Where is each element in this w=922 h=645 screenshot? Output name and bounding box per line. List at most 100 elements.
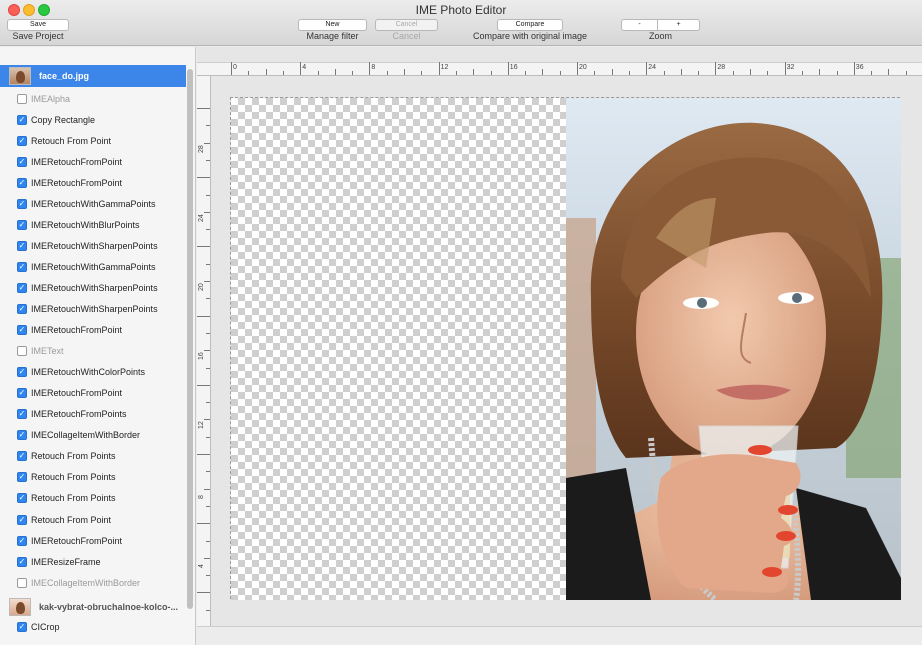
file-row-face-do[interactable]: face_do.jpg: [0, 65, 186, 87]
checkbox-icon[interactable]: ✓: [17, 430, 27, 441]
filter-row[interactable]: ✓ Retouch From Points: [0, 446, 186, 467]
checkbox-icon[interactable]: ✓: [17, 535, 27, 546]
filter-label: CICrop: [31, 621, 60, 632]
filter-row[interactable]: ✓ Copy Rectangle: [0, 109, 186, 130]
filter-row[interactable]: ✓ IMERetouchFromPoint: [0, 530, 186, 551]
filter-row[interactable]: ✓ IMERetouchFromPoint: [0, 151, 186, 172]
filter-row[interactable]: ✓ IMERetouchWithGammaPoints: [0, 256, 186, 277]
cancel-button[interactable]: Cancel: [375, 19, 438, 31]
checkbox-icon[interactable]: ✓: [17, 325, 27, 336]
zoom-out-button[interactable]: -: [621, 19, 658, 31]
checkbox-icon[interactable]: ✓: [17, 451, 27, 462]
filter-row[interactable]: ✓ IMERetouchFromPoint: [0, 172, 186, 193]
ruler-tick: [206, 194, 210, 196]
filter-label: IMERetouchWithGammaPoints: [31, 261, 156, 272]
filter-row[interactable]: ✓ CICrop: [0, 616, 186, 637]
ruler-label: 28: [198, 144, 205, 153]
image-canvas[interactable]: [230, 97, 901, 600]
ruler-tick: [206, 367, 210, 369]
ruler-label: 16: [198, 352, 205, 361]
checkbox-icon[interactable]: [17, 93, 27, 104]
filter-label: Retouch From Points: [31, 451, 116, 462]
filter-row[interactable]: ✓ IMECollageItemWithBorder: [0, 425, 186, 446]
ruler-tick: [206, 229, 210, 231]
status-strip: [197, 626, 922, 645]
compare-button[interactable]: Compare: [497, 19, 563, 31]
ruler-tick: [197, 315, 210, 317]
transparent-region: [231, 98, 566, 600]
filter-label: IMERetouchWithSharpenPoints: [31, 240, 158, 251]
filter-label: IMECollageItemWithBorder: [31, 577, 141, 588]
filter-row[interactable]: ✓ Retouch From Points: [0, 488, 186, 509]
checkbox-icon[interactable]: [17, 577, 27, 588]
checkbox-icon[interactable]: ✓: [17, 177, 27, 188]
checkbox-icon[interactable]: ✓: [17, 388, 27, 399]
ruler-tick: [300, 62, 302, 75]
checkbox-icon[interactable]: ✓: [17, 114, 27, 125]
filter-label: IMERetouchFromPoint: [31, 325, 123, 336]
filter-row[interactable]: ✓ IMERetouchWithBlurPoints: [0, 214, 186, 235]
ruler-tick: [801, 71, 803, 75]
filter-row[interactable]: ✓ IMERetouchWithGammaPoints: [0, 193, 186, 214]
checkbox-icon[interactable]: ✓: [17, 219, 27, 230]
file-row-kak-vybrat[interactable]: kak-vybrat-obruchalnoe-kolco-...: [0, 596, 186, 618]
sidebar-scrollbar[interactable]: [186, 69, 194, 629]
filter-row[interactable]: IMECollageItemWithBorder: [0, 572, 186, 593]
ruler-tick: [206, 609, 210, 611]
ruler-tick: [197, 592, 210, 594]
checkbox-icon[interactable]: ✓: [17, 409, 27, 420]
checkbox-icon[interactable]: ✓: [17, 282, 27, 293]
filter-label: IMECollageItemWithBorder: [31, 430, 141, 441]
ruler-label: 16: [509, 64, 518, 71]
image-thumbnail-icon: [9, 67, 31, 85]
zoom-in-button[interactable]: +: [657, 19, 700, 31]
ruler-tick: [507, 62, 509, 75]
filter-sidebar[interactable]: face_do.jpg IMEAlpha ✓ Copy Rectangle ✓ Reto…: [0, 47, 196, 645]
filter-row[interactable]: ✓ IMERetouchWithColorPoints: [0, 362, 186, 383]
filter-row[interactable]: ✓ IMEResizeFrame: [0, 551, 186, 572]
checkbox-icon[interactable]: ✓: [17, 493, 27, 504]
filter-row[interactable]: ✓ IMERetouchWithSharpenPoints: [0, 299, 186, 320]
checkbox-icon[interactable]: ✓: [17, 472, 27, 483]
filter-row[interactable]: ✓ Retouch From Point: [0, 509, 186, 530]
filter-row[interactable]: IMEText: [0, 341, 186, 362]
ruler-tick: [386, 71, 388, 75]
new-filter-button[interactable]: New: [298, 19, 367, 31]
checkbox-icon[interactable]: ✓: [17, 135, 27, 146]
checkbox-icon[interactable]: ✓: [17, 621, 27, 632]
filter-row[interactable]: ✓ IMERetouchFromPoint: [0, 320, 186, 341]
ruler-tick: [204, 281, 210, 282]
ruler-label: 20: [198, 283, 205, 291]
photo-image[interactable]: [566, 98, 901, 600]
checkbox-icon[interactable]: [17, 346, 27, 357]
scrollbar-thumb[interactable]: [187, 69, 193, 609]
filter-label: Retouch From Points: [31, 472, 116, 483]
checkbox-icon[interactable]: ✓: [17, 304, 27, 314]
checkbox-icon[interactable]: ✓: [17, 240, 27, 251]
portrait-photo: [566, 98, 901, 600]
filter-row[interactable]: ✓ IMERetouchFromPoint: [0, 383, 186, 404]
checkbox-icon[interactable]: ✓: [17, 367, 27, 378]
filter-row[interactable]: ✓ Retouch From Point: [0, 130, 186, 151]
checkbox-icon[interactable]: ✓: [17, 156, 27, 167]
file-name: kak-vybrat-obruchalnoe-kolco-...: [39, 602, 179, 612]
ruler-label: 24: [648, 64, 656, 71]
checkbox-icon[interactable]: ✓: [17, 198, 27, 209]
checkbox-icon[interactable]: ✓: [17, 514, 27, 525]
ruler-tick: [836, 71, 838, 75]
filter-row[interactable]: ✓ Retouch From Points: [0, 467, 186, 488]
ruler-tick: [559, 71, 561, 75]
ruler-tick: [819, 69, 821, 75]
save-button[interactable]: Save: [7, 19, 69, 31]
checkbox-icon[interactable]: ✓: [17, 556, 27, 567]
checkbox-icon[interactable]: ✓: [17, 261, 27, 272]
ruler-tick: [490, 71, 492, 75]
filter-label: IMERetouchFromPoint: [31, 156, 123, 167]
filter-row[interactable]: ✓ IMERetouchWithSharpenPoints: [0, 235, 186, 256]
ruler-tick: [732, 71, 734, 75]
filter-row[interactable]: ✓ IMERetouchFromPoints: [0, 404, 186, 425]
ruler-tick: [231, 62, 232, 75]
filter-label: Retouch From Point: [31, 135, 112, 146]
filter-row[interactable]: ✓ IMERetouchWithSharpenPoints: [0, 277, 186, 298]
filter-row[interactable]: IMEAlpha: [0, 88, 186, 109]
